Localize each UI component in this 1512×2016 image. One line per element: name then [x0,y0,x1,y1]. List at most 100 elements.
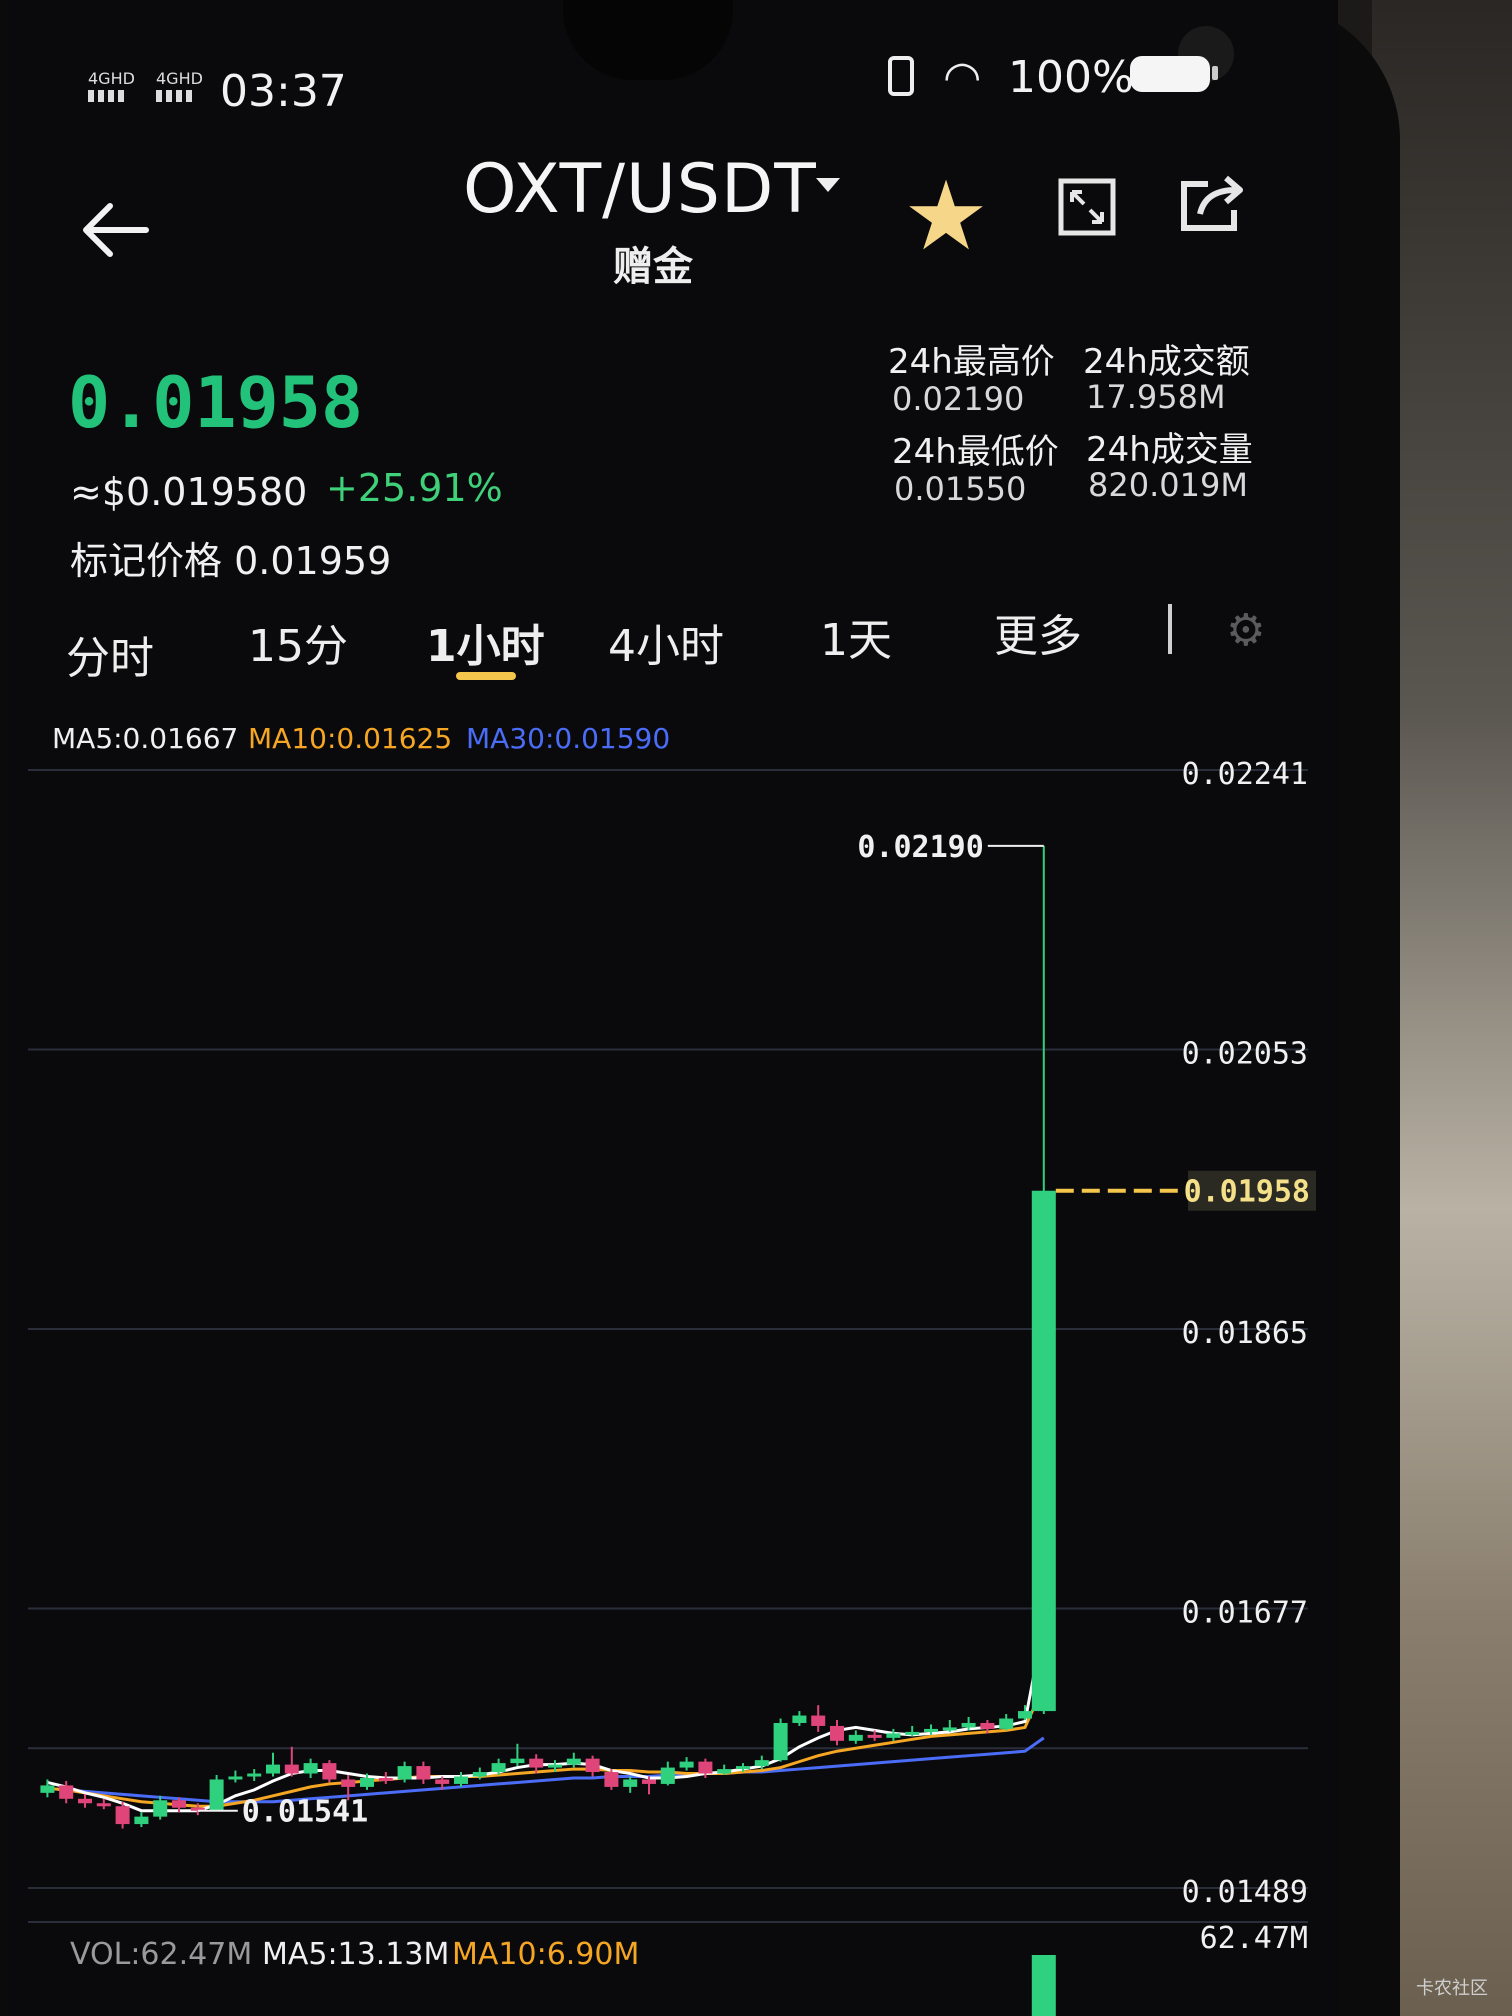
volume-indicator: VOL:62.47M [70,1937,253,1972]
candle-body [341,1779,356,1787]
high-label: 24h最高价 [888,342,1055,382]
vibrate-icon [888,56,914,96]
candle-body [510,1758,525,1764]
candle-body [566,1758,581,1765]
tab-1h[interactable]: 1小时 [426,610,545,674]
last-price: 0.01958 [68,362,364,444]
candle-body [1031,1190,1056,1712]
candle-body [905,1731,920,1735]
candle-body [623,1779,638,1787]
candle-body [848,1734,863,1741]
tab-4h[interactable]: 4小时 [608,610,724,674]
favorite-star-icon[interactable]: ★ [903,168,989,264]
candle-body [397,1766,412,1780]
candle-body [435,1779,450,1784]
candle-body [961,1722,976,1728]
wifi-icon: ◠ [943,52,982,103]
back-arrow-icon[interactable] [76,190,156,270]
phone-frame: 4GHD 4GHD 03:37 ◠ 100% OXT/USDT 赠金 ★ 0.0… [0,0,1400,2016]
y-tick-label: 0.01489 [1182,1875,1308,1910]
candle-body [660,1767,675,1784]
low-label: 24h最低价 [892,432,1059,472]
candlestick-chart[interactable]: 0.02241 0.02053 0.01865 0.01677 0.01489 0.021… [8,740,1338,2016]
candle-body [548,1764,562,1768]
candle-body [153,1800,168,1817]
tab-15m[interactable]: 15分 [248,610,348,674]
candle-body [679,1761,694,1768]
tab-1d[interactable]: 1天 [820,604,892,668]
y-tick-label: 0.01677 [1182,1596,1308,1631]
y-tick-label: 0.01865 [1182,1316,1308,1351]
candle-body [698,1761,713,1774]
tab-divider [1168,604,1172,654]
signal-label: 4GHD [88,69,135,88]
low-value: 0.01550 [894,470,1027,508]
price-change-percent: +25.91% [326,466,503,510]
candle-body [416,1766,431,1780]
fullscreen-icon[interactable] [1058,178,1116,236]
status-time: 03:37 [220,66,347,117]
tab-time-share[interactable]: 分时 [66,622,154,686]
candle-body [228,1776,243,1780]
dropdown-caret-icon[interactable] [816,178,840,192]
candle-body [942,1727,957,1731]
y-tick-label: 0.02053 [1182,1037,1308,1072]
battery-icon [1130,56,1210,92]
candle-body [642,1779,656,1784]
candle-body [924,1728,938,1732]
candle-body [303,1763,318,1774]
candle-body [999,1718,1014,1729]
candle-body [585,1758,600,1773]
ma5-line [47,1623,1046,1813]
battery-percent: 100% [1008,52,1134,103]
candle-body [811,1715,826,1726]
candle-body [378,1777,393,1781]
ma10-line [47,1685,1046,1808]
mark-price-value: 0.01959 [234,539,392,583]
candle-body [529,1758,544,1768]
candle-body [360,1777,374,1787]
candle-body [792,1715,807,1723]
candle-body [736,1766,750,1770]
candle-body [717,1769,732,1774]
signal-icon: 4GHD [88,69,144,102]
signal-label: 4GHD [156,69,203,88]
mark-price-label: 标记价格 [70,539,223,583]
candle-body [96,1803,111,1807]
candle-body [773,1722,788,1761]
current-price-label: 0.01958 [1184,1175,1310,1210]
candle-body [604,1772,619,1787]
gear-icon[interactable]: ⚙ [1226,605,1265,656]
candle-body [754,1760,769,1767]
low-marker-label: 0.01541 [242,1795,368,1830]
candle-body [454,1776,468,1784]
turnover-label: 24h成交额 [1083,342,1250,382]
candle-body [886,1733,901,1738]
candle-body [134,1816,149,1825]
candle-body [247,1773,262,1777]
candle-body [472,1772,487,1777]
battery-tip [1212,66,1218,80]
active-tab-indicator [456,672,516,680]
pair-title[interactable]: OXT/USDT [463,150,817,229]
share-icon[interactable] [1178,170,1250,234]
candle-body [867,1734,882,1738]
candle-body [266,1764,280,1774]
signal-icon: 4GHD [156,69,212,102]
volume-ma10-indicator: MA10:6.90M [452,1937,640,1972]
candle-body [115,1806,130,1825]
candle-body [1018,1711,1032,1719]
volume-bar [1031,1955,1056,2016]
volume-ma5-indicator: MA5:13.13M [262,1937,450,1972]
tab-more[interactable]: 更多 [994,600,1082,664]
candle-body [78,1798,92,1804]
turnover-value: 17.958M [1086,378,1226,416]
volume-label: 24h成交量 [1086,430,1253,470]
candle-body [209,1779,224,1811]
candle-body [40,1785,55,1793]
status-bar: 4GHD 4GHD 03:37 ◠ 100% [8,50,1338,120]
candle-body [980,1722,995,1729]
candle-body [322,1763,337,1780]
candle-body [172,1800,186,1808]
candle-body [59,1785,74,1799]
